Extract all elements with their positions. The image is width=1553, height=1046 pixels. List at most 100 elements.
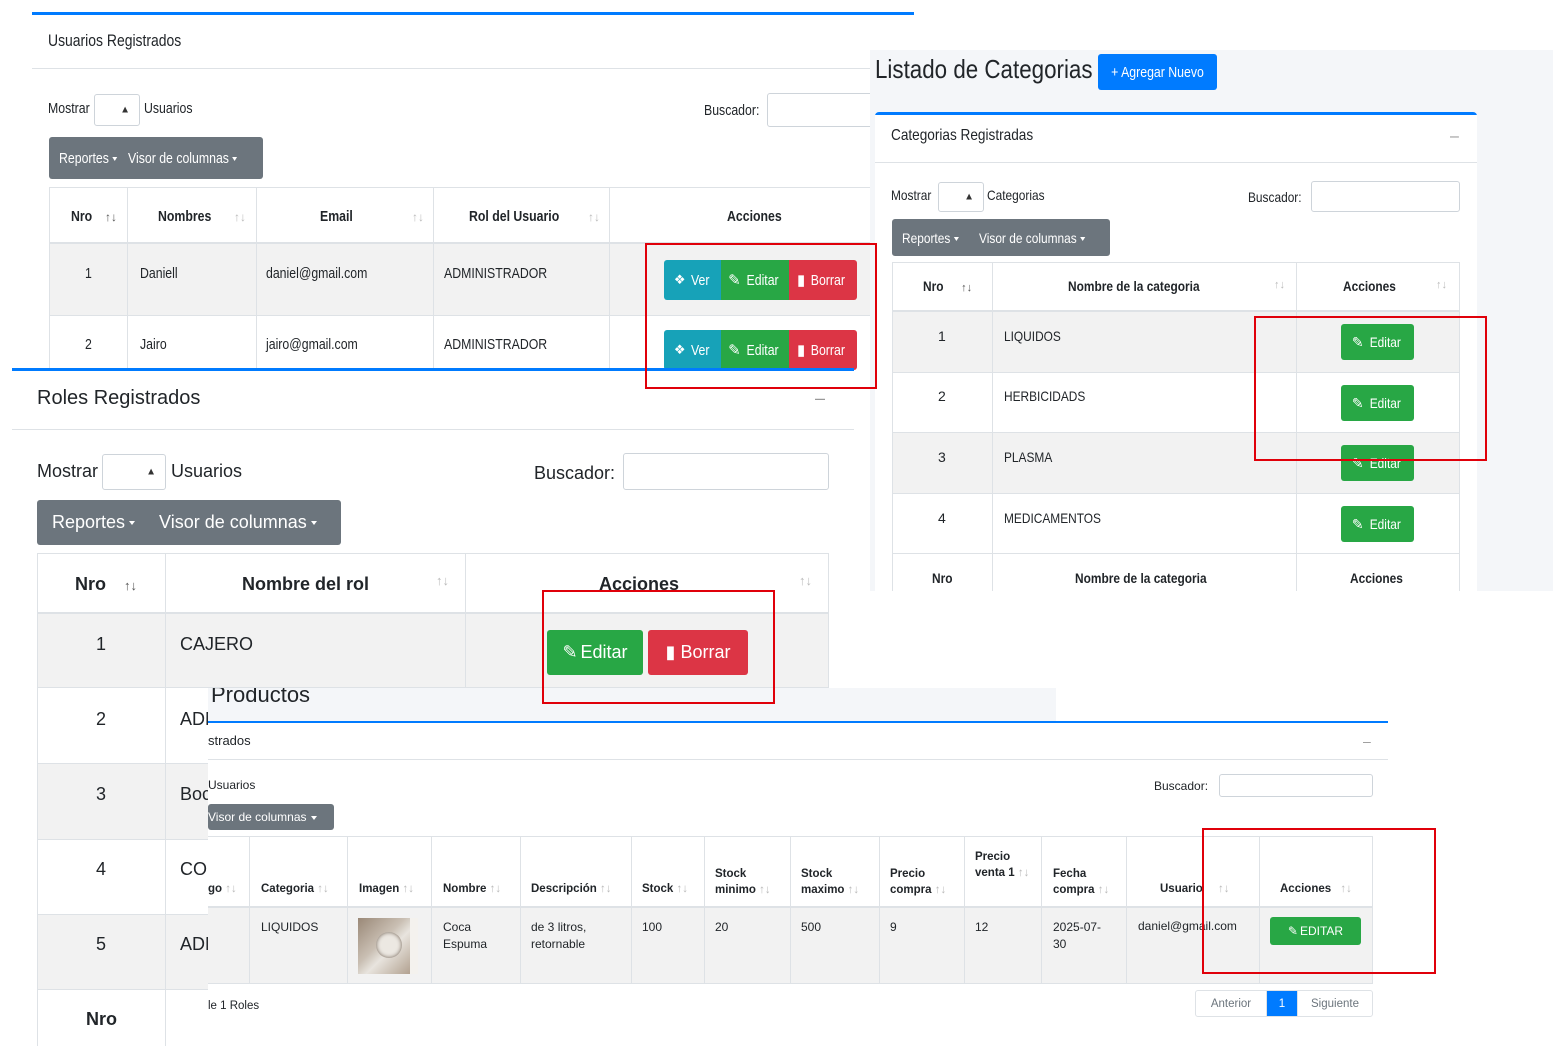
cell-stock-minimo: 20: [715, 920, 729, 934]
page-length-select[interactable]: ▲︎: [102, 454, 166, 490]
agregar-nuevo-button[interactable]: + Agregar Nuevo: [1098, 54, 1217, 90]
cell-nombre: MEDICAMENTOS: [1004, 510, 1101, 526]
cell-email: daniel@gmail.com: [266, 265, 368, 282]
mostrar-label: Mostrar: [48, 100, 90, 117]
header-codigo[interactable]: go ↑↓: [208, 883, 237, 895]
header-rol[interactable]: Rol del Usuario: [469, 208, 579, 225]
search-input[interactable]: [767, 93, 887, 127]
table-info: le 1 Roles: [208, 1000, 260, 1012]
footer-nombre: Nombre de la categoria: [1075, 570, 1207, 586]
footer-nro: Nro: [932, 570, 953, 586]
header-fecha-compra[interactable]: Fecha compra ↑↓: [1053, 866, 1125, 898]
cell-rol: ADMINISTRADOR: [444, 265, 548, 282]
cell-rol: ADMINISTRADOR: [444, 336, 548, 353]
collapse-icon[interactable]: –: [1363, 733, 1371, 749]
header-nro[interactable]: Nro ↑↓: [923, 278, 972, 294]
header-stock[interactable]: Stock ↑↓: [642, 883, 688, 895]
entity-label: Usuarios: [171, 461, 243, 481]
cell-nro: 1: [96, 634, 107, 654]
card-title: Usuarios Registrados: [48, 31, 182, 50]
reports-button-group: Reportes Visor de columnas: [892, 219, 1110, 256]
visor-columnas-button[interactable]: Visor de columnas: [159, 512, 317, 533]
cell-email: jairo@gmail.com: [266, 336, 358, 353]
cell-nro: 1: [938, 328, 946, 344]
cell-nro: 1: [85, 265, 92, 282]
card-title: Roles Registrados: [37, 387, 201, 409]
reports-button-group: Reportes Visor de columnas: [49, 137, 263, 179]
page-1-button[interactable]: 1: [1267, 991, 1297, 1016]
highlight-box: [1202, 828, 1436, 974]
card-title: strados: [208, 733, 251, 748]
buscador-label: Buscador:: [1248, 189, 1302, 205]
highlight-box: [542, 590, 775, 704]
page-length-select[interactable]: ▲︎: [938, 182, 984, 212]
cell-nombre: Jairo: [140, 336, 167, 353]
cell-stock: 100: [642, 920, 663, 934]
reportes-button[interactable]: Reportes: [52, 512, 135, 533]
cell-nro: 2: [85, 336, 92, 353]
footer-acciones: Acciones: [1350, 570, 1403, 586]
header-precio-venta[interactable]: Precio venta 1 ↑↓: [975, 849, 1031, 881]
page-title: Productos: [211, 688, 311, 707]
cell-nombre: Daniell: [140, 265, 178, 282]
header-nro[interactable]: Nro ↑↓: [75, 574, 137, 595]
cell-nombre: LIQUIDOS: [1004, 328, 1061, 344]
header-acciones[interactable]: Acciones: [1343, 278, 1405, 294]
header-nombre[interactable]: Nombre de la categoria: [1068, 278, 1223, 294]
card-title: Categorias Registradas: [891, 127, 1034, 144]
pagination: Anterior 1 Siguiente: [1195, 990, 1373, 1017]
header-nro[interactable]: Nro ↑↓: [71, 208, 117, 225]
page-length-select[interactable]: ▲︎: [94, 94, 140, 126]
highlight-box: [645, 243, 877, 389]
header-categoria[interactable]: Categoria ↑↓: [261, 883, 329, 895]
footer-nro: Nro: [86, 1009, 117, 1029]
cell-nombre: Coca Espuma: [443, 920, 488, 951]
cell-nro: 2: [938, 388, 946, 404]
page-title: Listado de Categorias: [875, 54, 1093, 84]
header-nombres[interactable]: Nombres: [158, 208, 223, 225]
mostrar-label: Mostrar: [37, 461, 99, 481]
product-image: [358, 918, 418, 974]
editar-button[interactable]: ✎ Editar: [1341, 506, 1414, 542]
cell-nombre: Boc: [180, 784, 212, 804]
cell-fecha-compra: 2025-07-30: [1053, 920, 1102, 951]
header-nombre[interactable]: Nombre del rol: [242, 574, 369, 595]
search-input[interactable]: [623, 453, 829, 490]
search-input[interactable]: [1311, 181, 1460, 212]
cell-precio-compra: 9: [890, 920, 897, 934]
buscador-label: Buscador:: [1154, 779, 1209, 793]
siguiente-button[interactable]: Siguiente: [1297, 991, 1372, 1016]
buscador-label: Buscador:: [534, 463, 616, 483]
collapse-icon[interactable]: –: [815, 388, 825, 409]
header-email[interactable]: Email: [320, 208, 360, 225]
buscador-label: Buscador:: [704, 102, 760, 119]
entity-label: Categorias: [987, 187, 1045, 203]
cell-nro: 5: [96, 934, 107, 954]
cell-precio-venta: 12: [975, 920, 989, 934]
cell-nro: 4: [96, 859, 107, 879]
panel-top-border: [875, 112, 1477, 115]
cell-nombre: CAJERO: [180, 634, 254, 654]
entity-label: Usuarios: [208, 778, 256, 792]
header-stock-minimo[interactable]: Stock minimo ↑↓: [715, 866, 787, 898]
cell-nro: 4: [938, 510, 946, 526]
pencil-icon: ✎: [1351, 515, 1364, 532]
header-stock-maximo[interactable]: Stock maximo ↑↓: [801, 866, 876, 898]
cell-stock-maximo: 500: [801, 920, 822, 934]
header-imagen[interactable]: Imagen ↑↓: [359, 883, 414, 895]
reportes-button[interactable]: Reportes: [902, 230, 959, 246]
search-input[interactable]: [1219, 774, 1373, 797]
visor-columnas-button[interactable]: Visor de columnas: [128, 150, 237, 167]
mostrar-label: Mostrar: [891, 187, 932, 203]
cell-nro: 3: [96, 784, 107, 804]
header-descripcion[interactable]: Descripción ↑↓: [531, 883, 612, 895]
visor-columnas-button[interactable]: Visor de columnas: [979, 230, 1085, 246]
anterior-button[interactable]: Anterior: [1196, 991, 1267, 1016]
collapse-icon[interactable]: –: [1450, 128, 1459, 146]
header-nombre[interactable]: Nombre ↑↓: [443, 883, 501, 895]
header-precio-compra[interactable]: Precio compra ↑↓: [890, 866, 962, 898]
panel-top-border: [32, 12, 914, 15]
reportes-button[interactable]: Reportes: [59, 150, 117, 167]
visor-columnas-button[interactable]: Visor de columnas: [208, 804, 334, 830]
cell-nro: 3: [938, 449, 946, 465]
